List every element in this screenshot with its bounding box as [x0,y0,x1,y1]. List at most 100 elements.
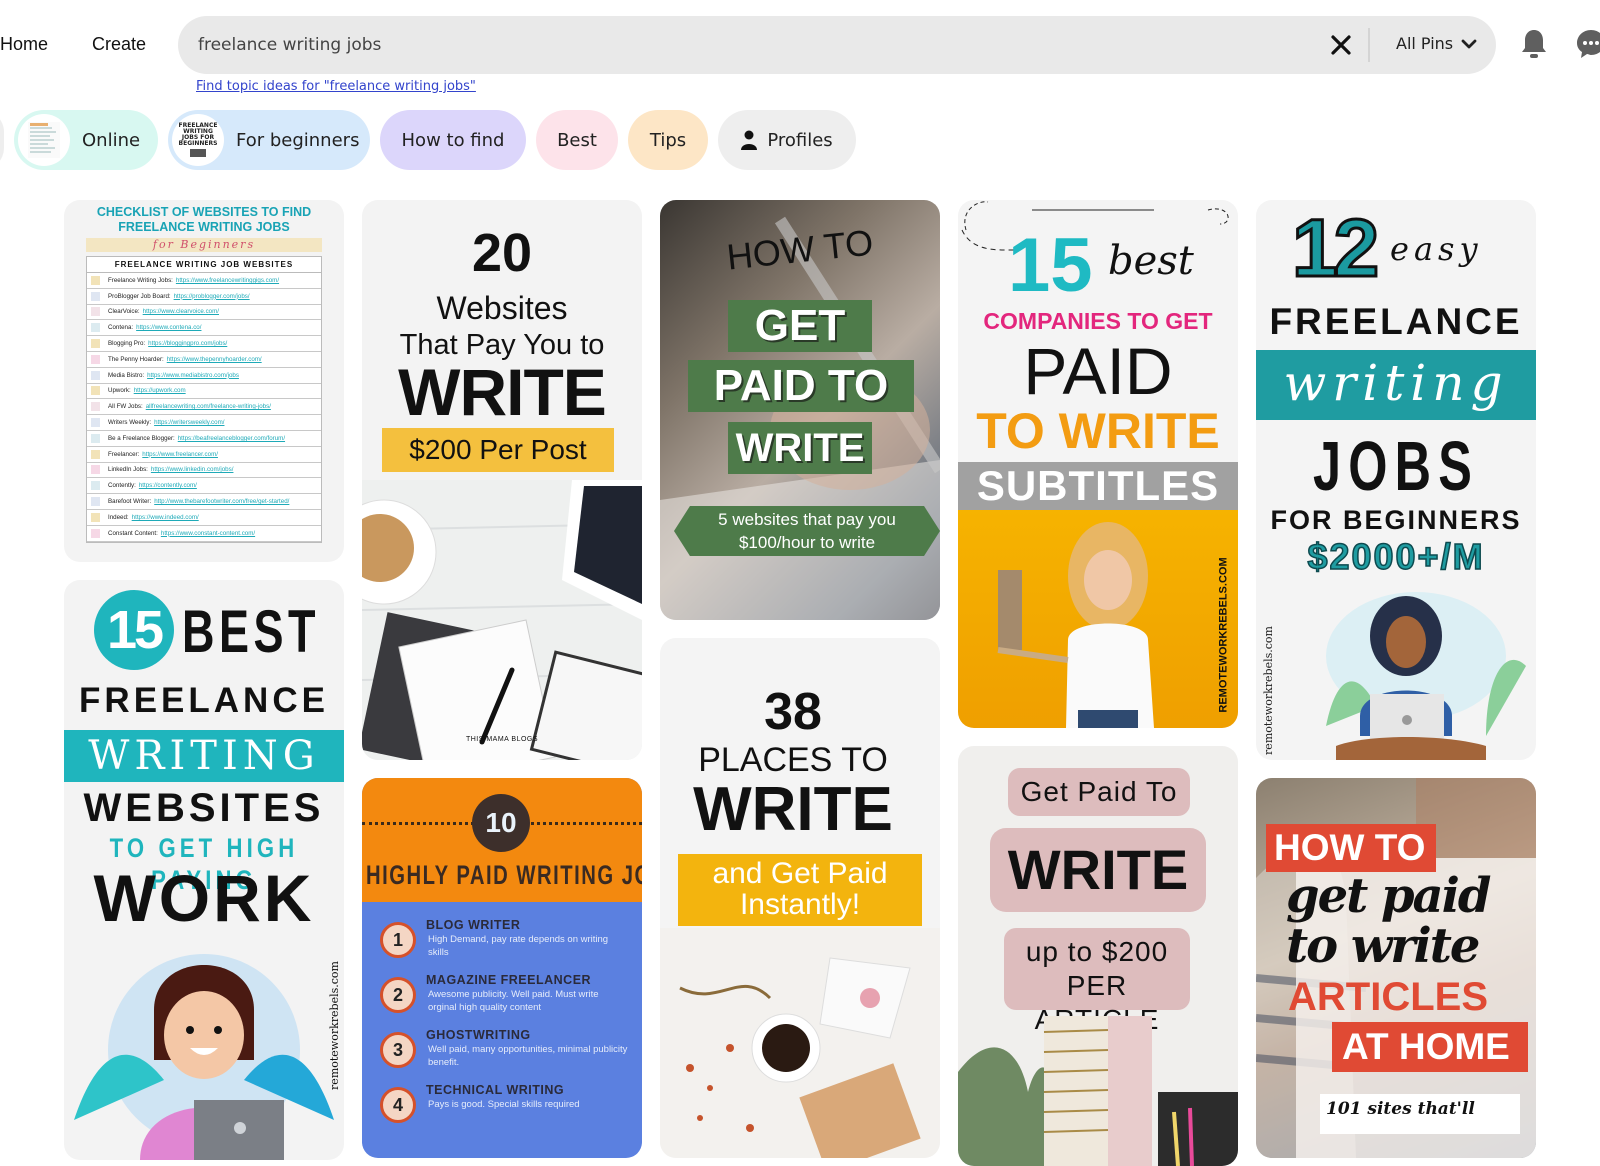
pin-credit: remoteworkrebels.com [327,960,341,1090]
chip-how-to-find[interactable]: How to find [380,110,526,170]
row-name: Upwork: [108,387,131,395]
row-link: http://www.thebarefootwriter.com/free/ge… [154,498,290,506]
row-name: All FW Jobs: [108,403,143,411]
pin-text: writing [1256,350,1536,420]
row-link: https://www.clearvoice.com/ [142,308,219,316]
checklist-row: Media Bistro: https://www.mediabistro.com… [87,368,321,384]
row-link: https://www.freelancer.com/ [142,450,218,458]
chip-online[interactable]: Online [14,110,158,170]
pin-12-easy[interactable]: 12 easy FREELANCE writing JOBS FOR BEGIN… [1256,200,1536,760]
chip-profiles[interactable]: Profiles [718,110,856,170]
row-name: ClearVoice: [108,308,140,316]
bell-icon[interactable] [1520,28,1548,65]
chip-for-beginners[interactable]: FREELANCE WRITING JOBS FOR BEGINNERS For… [168,110,370,170]
chip-best[interactable]: Best [536,110,618,170]
row-link: https://www.linkedin.com/jobs/ [150,466,234,474]
job-desc: Well paid, many opportunities, minimal p… [428,1044,628,1068]
job-number: 2 [380,977,416,1013]
pin-articles-at-home[interactable]: HOW TO get paid to write ARTICLES AT HOM… [1256,778,1536,1158]
pin-15-best-subtitles[interactable]: 15 best COMPANIES TO GET PAID TO WRITE S… [958,200,1238,728]
pin-text: Websites [436,290,568,326]
chat-icon[interactable] [1576,28,1600,65]
pin-credit-wrap: remoteworkrebels.com [326,950,342,1100]
row-link: https://bloggingpro.com/jobs/ [148,340,228,348]
pin-text: WEBSITES [83,786,325,830]
job-item: 4 TECHNICAL WRITING Pays is good. Special … [362,1081,642,1133]
pin-text: SUBTITLES [958,462,1238,510]
top-bar: Home Create All Pins Find topic ideas fo… [0,0,1600,100]
row-link: https://www.freelancewritinggigs.com/ [175,276,280,284]
pin-how-to-get-paid[interactable]: HOW TO GET PAID TO WRITE 5 websites that… [660,200,940,620]
row-link: https://www.constant-content.com/ [160,529,256,537]
nav-create[interactable]: Create [92,34,146,55]
person-icon [741,130,758,150]
checklist-row: Constant Content: https://www.constant-co… [87,526,321,542]
checklist-row: Contently: https://contently.com/ [87,478,321,495]
chip-tips[interactable]: Tips [628,110,708,170]
pin-title: FREELANCE WRITING JOBS [118,220,290,234]
pin-subtitle: for Beginners [86,238,322,252]
checklist-row: The Penny Hoarder: https://www.thepennyho… [87,352,321,368]
pin-banner: and Get Paid Instantly! [678,854,922,926]
checklist-row: Barefoot Writer: http://www.thebarefootwr… [87,494,321,510]
pin-38-places[interactable]: 38 PLACES TO WRITE and Get Paid Instantl… [660,638,940,1158]
row-link: https://beafreelanceblogger.com/forum/ [177,434,286,442]
pin-text: WRITE [398,355,607,429]
row-link: https://upwork.com [133,387,186,395]
job-title: GHOSTWRITING [426,1028,531,1042]
row-swatch [91,275,100,285]
table-header: FREELANCE WRITING JOB WEBSITES [87,257,321,273]
checklist-table: FREELANCE WRITING JOB WEBSITES Freelance… [86,256,322,543]
close-icon[interactable] [1328,32,1354,58]
pin-title: HIGHLY PAID WRITING JOBS [366,860,642,890]
row-swatch [91,449,100,459]
row-name: LinkedIn Jobs: [108,466,148,474]
row-link: https://www.mediabistro.com/jobs [147,371,239,379]
pin-banner: $200 Per Post [382,428,614,472]
pin-text: JOBS [1312,427,1480,505]
checklist-row: Blogging Pro: https://bloggingpro.com/job… [87,336,321,352]
row-swatch [91,481,100,491]
pin-text: PAID TO [688,360,914,412]
pin-20-websites[interactable]: 20 Websites That Pay You to WRITE $200 P… [362,200,642,760]
checklist-row: Writers Weekly: https://writersweekly.com… [87,415,321,431]
checklist-row: Contena: https://www.contena.co/ [87,320,321,337]
checklist-row: All FW Jobs: allfreelancewriting.com/free… [87,399,321,416]
pin-text: best [1108,238,1194,284]
pin-text: COMPANIES TO GET [983,308,1213,334]
row-swatch [91,418,100,428]
row-name: Contena: [108,324,134,332]
row-swatch [91,497,100,507]
row-swatch [91,354,100,364]
chip-thumbnail [18,114,70,166]
row-link: https://www.contena.co/ [136,324,202,332]
pin-text: BEST [182,598,321,665]
pin-text: AT HOME [1332,1022,1528,1072]
checklist-row: Indeed: https://www.indeed.com/ [87,510,321,526]
row-link: https://contently.com/ [138,482,197,490]
checklist-row: Be a Freelance Blogger: https://beafreela… [87,431,321,447]
pin-get-paid-to-write[interactable]: Get Paid To WRITE up to $200 PER ARTICLE [958,746,1238,1166]
chip-partial[interactable] [0,110,4,170]
row-name: Be a Freelance Blogger: [108,434,175,442]
scope-dropdown[interactable]: All Pins [1396,34,1477,53]
nav-home[interactable]: Home [0,34,48,55]
row-swatch [91,402,100,412]
pin-text: WORK [93,861,315,935]
search-input[interactable] [198,16,1298,74]
pin-text: HOW TO [1266,824,1436,872]
pin-text: ARTICLES [1288,975,1488,1019]
pin-10-highly-paid[interactable]: 10 HIGHLY PAID WRITING JOBS 1 BLOG WRITER… [362,778,642,1158]
pin-number: 15 [94,590,174,670]
row-swatch [91,386,100,396]
row-swatch [91,323,100,333]
pin-15-best-freelance[interactable]: 15 BEST FREELANCE WRITING WEBSITES TO GE… [64,580,344,1160]
pin-text: get paid [1286,868,1491,924]
illustration-woman-laptop [1326,592,1526,760]
topic-ideas-link[interactable]: Find topic ideas for "freelance writing … [196,79,476,94]
job-item: 3 GHOSTWRITING Well paid, many opportuniti… [362,1026,642,1078]
pin-checklist[interactable]: CHECKLIST OF WEBSITES TO FIND FREELANCE … [64,200,344,562]
row-link: https://www.indeed.com/ [131,513,199,521]
search-divider [1368,28,1370,62]
job-item: 2 MAGAZINE FREELANCER Awesome publicity. W… [362,971,642,1023]
